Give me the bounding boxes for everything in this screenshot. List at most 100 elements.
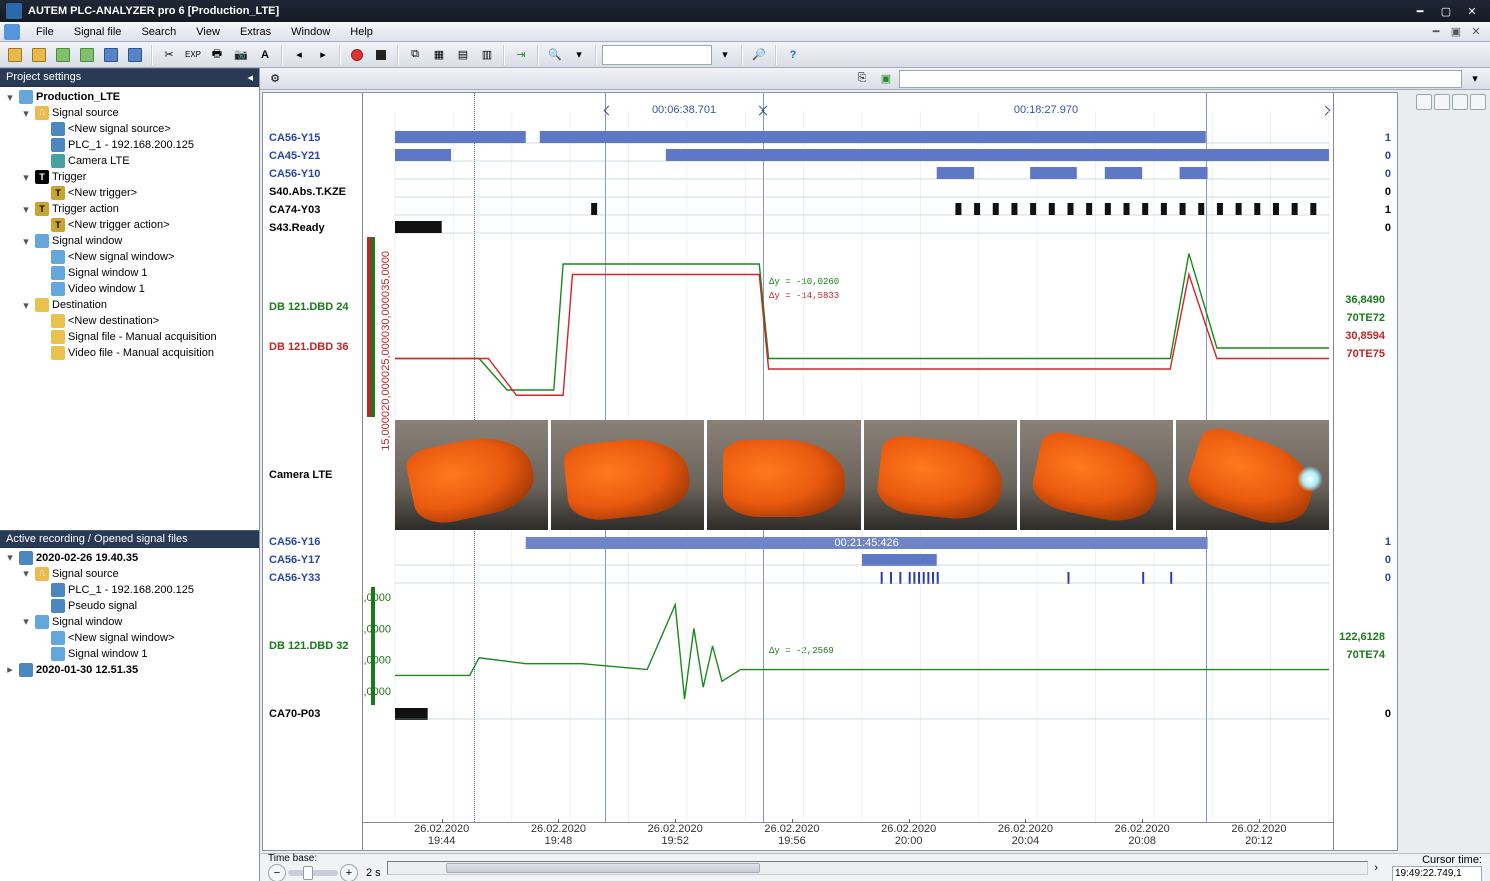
menu-help[interactable]: Help — [340, 24, 383, 40]
tree-trigger[interactable]: ▾TTrigger — [16, 169, 259, 185]
menu-view[interactable]: View — [186, 24, 230, 40]
find-button[interactable]: 🔎 — [748, 44, 770, 66]
chart-combo[interactable] — [899, 70, 1462, 88]
tree-item[interactable]: PLC_1 - 192.168.200.125 — [32, 137, 259, 153]
tree-item[interactable]: PLC_1 - 192.168.200.125 — [32, 582, 259, 598]
save-as-button[interactable] — [124, 44, 146, 66]
open-file-node[interactable]: ▾2020-02-26 19.40.35 — [0, 550, 259, 566]
clock-mode-button[interactable] — [1470, 94, 1486, 110]
tree-signal-source[interactable]: ▾⎍Signal source — [16, 105, 259, 121]
signal-label: DB 121.DBD 24 — [263, 298, 362, 316]
tree-item[interactable]: <New destination> — [32, 313, 259, 329]
tree-item[interactable]: T<New trigger> — [32, 185, 259, 201]
zoom-dropdown-button[interactable]: ▾ — [568, 44, 590, 66]
tree-destination[interactable]: ▾Destination — [16, 297, 259, 313]
scroll-right-button[interactable]: › — [1374, 862, 1378, 874]
svg-text:20,0000: 20,0000 — [380, 371, 392, 411]
maximize-button[interactable]: ▢ — [1434, 5, 1458, 18]
sync-windows-button[interactable]: ⧉ — [404, 44, 426, 66]
new-project-button[interactable] — [4, 44, 26, 66]
signal-value: 70TE72 — [1334, 309, 1391, 327]
stop-button[interactable] — [370, 44, 392, 66]
open-file-node[interactable]: ▸2020-01-30 12.51.35 — [0, 662, 259, 678]
open-files-header: Active recording / Opened signal files — [0, 530, 259, 548]
tree-item[interactable]: <New signal window> — [32, 249, 259, 265]
tree-item[interactable]: Pseudo signal — [32, 598, 259, 614]
tile-h-button[interactable]: ▤ — [452, 44, 474, 66]
mdi-minimize-button[interactable]: ━ — [1428, 25, 1444, 39]
tree-item[interactable]: ▾⎍Signal source — [16, 566, 259, 582]
tree-item[interactable]: <New signal window> — [32, 630, 259, 646]
menu-window[interactable]: Window — [281, 24, 340, 40]
goto-marker-button[interactable]: ⇥ — [510, 44, 532, 66]
tree-root[interactable]: ▾Production_LTE — [0, 89, 259, 105]
signal-value: 70TE75 — [1334, 345, 1391, 363]
open-project-button[interactable] — [28, 44, 50, 66]
chart-combo-dropdown[interactable]: ▾ — [1464, 68, 1486, 90]
timebase-slider[interactable] — [288, 870, 338, 876]
go-start-button[interactable]: ◂ — [288, 44, 310, 66]
main-area: ⚙ ⎘ ▣ ▾ CA56-Y15 CA45-Y21 CA56-Y10 S40.A… — [260, 68, 1490, 881]
window-settings-button[interactable]: ⚙ — [264, 68, 286, 90]
save-button[interactable] — [100, 44, 122, 66]
menu-extras[interactable]: Extras — [230, 24, 281, 40]
tree-item[interactable]: Camera LTE — [32, 153, 259, 169]
record-button[interactable] — [346, 44, 368, 66]
search-combo[interactable] — [602, 45, 712, 65]
view-mode-2-button[interactable] — [1434, 94, 1450, 110]
open-signal-button[interactable] — [52, 44, 74, 66]
menu-file[interactable]: File — [26, 24, 64, 40]
apply-icon[interactable]: ▣ — [875, 68, 897, 90]
view-mode-3-button[interactable] — [1452, 94, 1468, 110]
horizontal-scrollbar[interactable] — [387, 861, 1369, 875]
go-end-button[interactable]: ▸ — [312, 44, 334, 66]
camera-frame — [707, 420, 860, 530]
signal-value: 122,6128 — [1334, 628, 1391, 646]
grid-mode-button[interactable] — [1416, 94, 1432, 110]
tree-item[interactable]: Video window 1 — [32, 281, 259, 297]
signal-labels: CA56-Y15 CA45-Y21 CA56-Y10 S40.Abs.T.KZE… — [263, 93, 363, 850]
zoom-button[interactable]: 🔍 — [544, 44, 566, 66]
snapshot-button[interactable]: 📷 — [230, 44, 252, 66]
export-button[interactable]: EXP — [182, 44, 204, 66]
tree-item[interactable]: <New signal source> — [32, 121, 259, 137]
cut-button[interactable]: ✂ — [158, 44, 180, 66]
tree-item[interactable]: Signal window 1 — [32, 646, 259, 662]
view-mode-buttons — [1400, 90, 1490, 853]
open-last-button[interactable] — [76, 44, 98, 66]
timebase-decrease-button[interactable]: − — [268, 864, 286, 881]
tree-item[interactable]: Video file - Manual acquisition — [32, 345, 259, 361]
tree-item[interactable]: Signal file - Manual acquisition — [32, 329, 259, 345]
menu-search[interactable]: Search — [131, 24, 186, 40]
tree-item[interactable]: T<New trigger action> — [32, 217, 259, 233]
timebase-value: 2 s — [366, 867, 381, 879]
cascade-button[interactable]: ▦ — [428, 44, 450, 66]
minimize-button[interactable]: ━ — [1408, 5, 1432, 18]
signal-chart[interactable]: CA56-Y15 CA45-Y21 CA56-Y10 S40.Abs.T.KZE… — [262, 92, 1398, 851]
project-settings-header: Project settings ◂ — [0, 68, 259, 87]
cursor-time-field[interactable] — [1392, 866, 1482, 881]
tree-item[interactable]: Signal window 1 — [32, 265, 259, 281]
copy-icon[interactable]: ⎘ — [851, 68, 873, 90]
project-tree-body: ▾Production_LTE ▾⎍Signal source <New sig… — [0, 87, 259, 530]
search-dropdown-button[interactable]: ▾ — [714, 44, 736, 66]
open-files-title: Active recording / Opened signal files — [6, 533, 188, 545]
signal-label: CA70-P03 — [263, 705, 362, 723]
menu-signalfile[interactable]: Signal file — [64, 24, 132, 40]
mdi-restore-button[interactable]: ▣ — [1448, 25, 1464, 39]
chart-canvas[interactable]: 00:06:38.701 00:18:27.970 Δy = -10,0260 … — [363, 93, 1333, 850]
text-cursor-button[interactable]: A — [254, 44, 276, 66]
project-settings-title: Project settings — [6, 71, 81, 84]
tile-v-button[interactable]: ▥ — [476, 44, 498, 66]
print-button[interactable]: 🖶 — [206, 44, 228, 66]
help-button[interactable]: ? — [782, 44, 804, 66]
collapse-panel-icon[interactable]: ◂ — [247, 71, 253, 84]
timebase-label: Time base: — [268, 853, 381, 864]
svg-text:35,0000: 35,0000 — [380, 251, 392, 291]
tree-signal-window[interactable]: ▾Signal window — [16, 233, 259, 249]
timebase-increase-button[interactable]: + — [340, 864, 358, 881]
mdi-close-button[interactable]: ✕ — [1468, 25, 1484, 39]
tree-trigger-action[interactable]: ▾TTrigger action — [16, 201, 259, 217]
tree-item[interactable]: ▾Signal window — [16, 614, 259, 630]
close-button[interactable]: ✕ — [1460, 5, 1484, 18]
